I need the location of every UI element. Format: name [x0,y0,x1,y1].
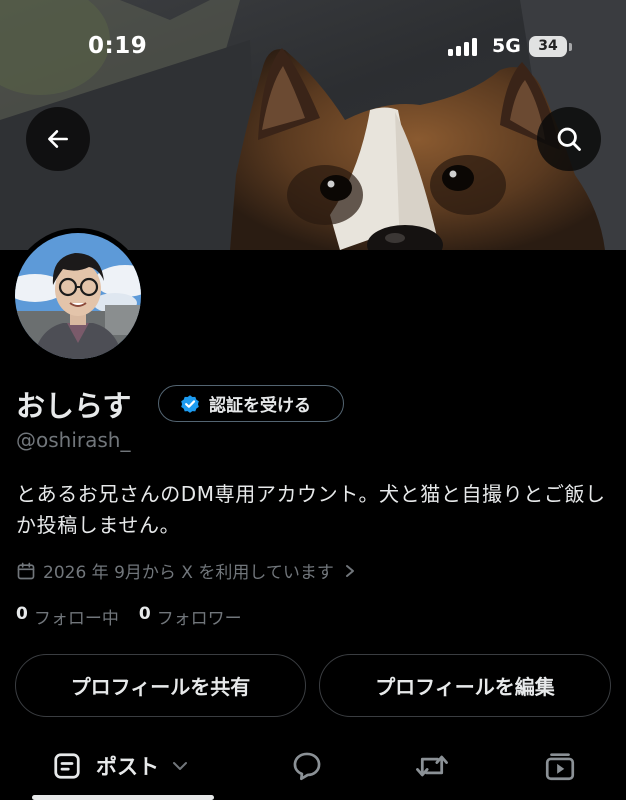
tab-posts[interactable]: ポスト [52,738,189,794]
follow-stats: 0 フォロー中 0 フォロワー [16,604,242,629]
battery-level: 34 [538,38,558,54]
avatar-photo [15,233,141,359]
posts-icon [54,753,80,779]
reposts-icon [416,755,448,777]
battery-tip [569,43,572,51]
chevron-down-icon[interactable] [171,760,189,772]
get-verified-button[interactable]: 認証を受ける [158,385,344,422]
arrow-left-icon [48,130,68,148]
tab-replies[interactable] [290,738,324,794]
join-date[interactable]: 2026 年 9月から X を利用しています [16,558,356,583]
tab-videos[interactable] [543,738,577,794]
battery-icon: 34 [529,36,567,57]
tab-reposts[interactable] [414,738,450,794]
status-time: 0:19 [88,33,148,59]
search-icon [557,127,581,151]
get-verified-label: 認証を受ける [209,396,311,416]
followers-link[interactable]: 0 フォロワー [139,604,242,629]
user-handle: @oshirash_ [16,428,131,452]
followers-count: 0 [138,604,151,624]
following-label: フォロー中 [33,609,119,629]
display-name: おしらす [16,389,132,423]
profile-bio: とあるお兄さんのDM専用アカウント。犬と猫と自撮りとご飯しか投稿しません。 [16,482,606,537]
tab-posts-label: ポスト [96,755,159,779]
followers-label: フォロワー [156,609,242,629]
join-date-text: 2026 年 9月から X を利用しています [43,563,334,583]
replies-icon [293,752,321,781]
chevron-right-icon [345,564,354,577]
share-profile-button[interactable]: プロフィールを共有 [15,654,306,717]
search-button[interactable] [537,107,601,171]
videos-icon [545,753,575,781]
profile-banner[interactable]: 0:19 5G 34 [0,0,626,250]
network-type: 5G [492,35,521,57]
edit-profile-button[interactable]: プロフィールを編集 [319,654,611,717]
cellular-signal-icon [448,38,480,56]
profile-avatar[interactable] [10,228,146,364]
back-button[interactable] [26,107,90,171]
following-count: 0 [16,604,28,624]
active-tab-indicator [32,795,214,800]
verified-badge-icon [181,394,199,413]
calendar-icon [17,562,35,579]
following-link[interactable]: 0 フォロー中 [16,604,119,629]
